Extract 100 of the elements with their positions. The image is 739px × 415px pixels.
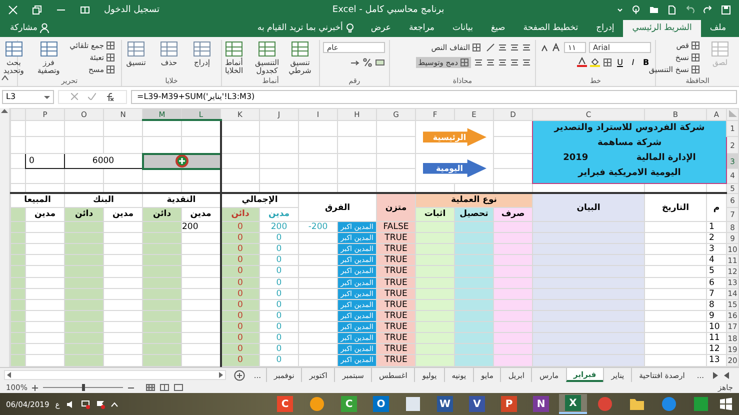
tell-me-field[interactable]: أخبرني بما تريد القيام به bbox=[257, 23, 343, 34]
table-cell bbox=[416, 288, 454, 300]
table-cell bbox=[416, 244, 454, 255]
table-icon bbox=[192, 40, 212, 58]
share-button[interactable]: مشاركة bbox=[10, 23, 38, 34]
taskbar-button[interactable]: N bbox=[527, 394, 555, 414]
format-button[interactable]: B bbox=[641, 58, 651, 67]
windows-start-icon[interactable] bbox=[719, 397, 733, 412]
sign-in-link[interactable]: تسجيل الدخول bbox=[104, 4, 160, 15]
selected-cell[interactable] bbox=[142, 154, 220, 169]
table-cell: 9 bbox=[706, 310, 726, 322]
align-top-icon[interactable] bbox=[522, 42, 531, 52]
table-cell bbox=[454, 332, 494, 344]
save-icon[interactable] bbox=[721, 4, 731, 15]
slider-thumb[interactable] bbox=[82, 384, 85, 392]
tool-icon bbox=[691, 52, 700, 62]
currency-icon[interactable] bbox=[375, 58, 385, 67]
table-icon bbox=[257, 40, 277, 58]
previous-sheet-icon[interactable] bbox=[724, 372, 729, 378]
flag-icon[interactable] bbox=[96, 400, 105, 409]
zoom-in-icon[interactable] bbox=[32, 384, 38, 391]
page-layout-icon[interactable] bbox=[160, 384, 170, 392]
plus-cursor-icon bbox=[175, 156, 188, 167]
add-sheet-icon[interactable] bbox=[234, 370, 245, 380]
scroll-left-icon[interactable] bbox=[7, 372, 11, 378]
title-text: اليومية الامريكية فبراير bbox=[578, 168, 681, 178]
new-document-icon[interactable] bbox=[667, 4, 677, 15]
column-title: النقدية bbox=[142, 193, 220, 208]
ribbon-tab[interactable]: إدراج bbox=[587, 20, 624, 37]
undo-icon[interactable] bbox=[685, 4, 695, 15]
ribbon-tab[interactable]: تخطيط الصفحة bbox=[514, 20, 588, 37]
table-cell: 0 bbox=[220, 221, 260, 233]
taskbar-button[interactable]: O bbox=[367, 394, 395, 414]
ribbon-tab[interactable]: بيانات bbox=[443, 20, 482, 37]
speaker-icon[interactable] bbox=[66, 400, 75, 409]
table-cell: 12 bbox=[706, 344, 726, 355]
column-title: دائن bbox=[142, 207, 182, 222]
table-cell bbox=[494, 354, 532, 366]
table-cell: 0 bbox=[220, 321, 260, 333]
normal-view-icon[interactable] bbox=[146, 384, 156, 392]
ribbon-tab[interactable]: الشريط الرئيسي bbox=[623, 20, 701, 37]
align-middle-icon[interactable] bbox=[510, 42, 519, 52]
close-icon[interactable] bbox=[8, 4, 18, 15]
outdent-icon[interactable] bbox=[474, 58, 483, 67]
format-button[interactable]: I bbox=[628, 58, 638, 67]
vertical-scrollbar[interactable] bbox=[0, 108, 10, 367]
grow-font-icon[interactable] bbox=[552, 42, 561, 52]
table-cell bbox=[416, 332, 454, 344]
font-color-icon[interactable] bbox=[577, 57, 587, 68]
ribbon-tab[interactable]: عرض bbox=[362, 20, 400, 37]
table-icon bbox=[126, 40, 146, 58]
align-right-icon[interactable] bbox=[522, 58, 531, 67]
table-icon bbox=[4, 40, 24, 58]
next-sheet-icon[interactable] bbox=[713, 372, 718, 378]
taskbar-button[interactable]: C bbox=[271, 394, 299, 414]
align-left-icon[interactable] bbox=[498, 58, 507, 67]
fill-color-icon[interactable] bbox=[590, 57, 600, 68]
table-cell: 1 bbox=[706, 221, 726, 233]
dropdown-icon[interactable] bbox=[44, 94, 50, 100]
table-cell bbox=[416, 221, 454, 233]
function-icon[interactable] bbox=[106, 92, 114, 101]
shrink-font-icon[interactable] bbox=[540, 42, 549, 52]
network-icon[interactable] bbox=[80, 400, 90, 409]
indent-icon[interactable] bbox=[486, 58, 495, 67]
table-cell bbox=[416, 277, 454, 288]
align-center-icon[interactable] bbox=[510, 58, 519, 67]
column-title: الفرق bbox=[298, 193, 376, 222]
taskbar-button[interactable]: X bbox=[559, 394, 587, 414]
percent-icon[interactable] bbox=[363, 58, 372, 67]
folder-icon[interactable] bbox=[649, 4, 659, 15]
taskbar-button[interactable]: W bbox=[431, 394, 459, 414]
formula-field[interactable]: =L39-M39+SUM('يناير'!L3:M3) bbox=[131, 90, 737, 104]
horizontal-scrollbar[interactable] bbox=[4, 370, 226, 380]
format-button[interactable]: U bbox=[615, 58, 625, 67]
arrow-button[interactable]: اليومية bbox=[422, 159, 486, 178]
page-break-icon[interactable] bbox=[174, 384, 184, 392]
scroll-up-icon[interactable] bbox=[1, 108, 8, 114]
taskbar-button[interactable]: P bbox=[495, 394, 523, 414]
redo-icon[interactable] bbox=[703, 4, 713, 15]
ribbon-tab[interactable]: ملف bbox=[700, 20, 735, 37]
table-cell bbox=[454, 254, 494, 266]
table-cell: TRUE bbox=[376, 266, 416, 277]
restore-icon[interactable] bbox=[32, 4, 42, 15]
ribbon-tab[interactable]: صيغ bbox=[482, 20, 514, 37]
taskbar-button[interactable]: V bbox=[463, 394, 491, 414]
table-cell: TRUE bbox=[376, 299, 416, 310]
tool-icon bbox=[691, 40, 700, 50]
tool-icon bbox=[106, 40, 115, 50]
ribbon-tab[interactable]: مراجعة bbox=[400, 20, 444, 37]
table-cell bbox=[454, 244, 494, 255]
scroll-right-icon[interactable] bbox=[218, 372, 223, 378]
table-cell: TRUE bbox=[376, 310, 416, 322]
align-bottom-icon[interactable] bbox=[498, 42, 507, 52]
orientation-icon[interactable] bbox=[486, 42, 495, 52]
show-hidden-icon[interactable] bbox=[110, 402, 118, 407]
ribbon-display-icon[interactable] bbox=[80, 4, 90, 15]
name-box[interactable]: L3 bbox=[2, 90, 54, 104]
check-icon[interactable] bbox=[88, 93, 96, 100]
collapse-icon[interactable] bbox=[1, 74, 9, 82]
zoom-out-icon[interactable] bbox=[128, 384, 134, 391]
